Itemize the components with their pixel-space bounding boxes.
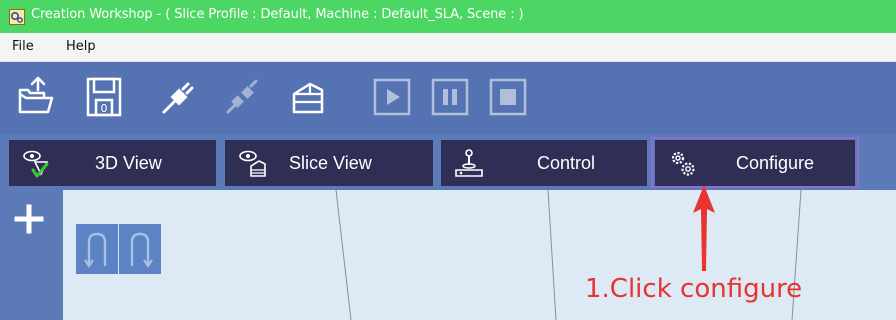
open-folder-icon: [18, 76, 54, 114]
tab-3d-view-label: 3D View: [95, 153, 162, 173]
rotate-right-icon: [130, 232, 153, 268]
tab-control[interactable]: Control: [441, 140, 647, 186]
disconnect-button[interactable]: [222, 76, 262, 118]
rotate-left-icon: [84, 232, 107, 268]
annotation-text: 1.Click configure: [585, 274, 803, 304]
toolbar: 0: [0, 62, 896, 134]
disconnect-plug-icon: [226, 79, 258, 114]
slice-button[interactable]: [288, 76, 328, 118]
eye-3d-icon: [21, 148, 53, 180]
menu-help[interactable]: Help: [66, 39, 96, 54]
window-title: Creation Workshop - ( Slice Profile : De…: [31, 7, 524, 22]
title-bar: Creation Workshop - ( Slice Profile : De…: [0, 0, 896, 33]
app-icon: [9, 9, 25, 25]
connect-plug-icon: [162, 82, 194, 114]
open-file-button[interactable]: [16, 76, 56, 118]
play-button[interactable]: [372, 76, 412, 118]
plus-icon: [14, 204, 44, 234]
stop-button[interactable]: [488, 76, 528, 118]
slice-cake-icon: [292, 82, 324, 114]
menu-bar: File Help: [0, 33, 896, 62]
joystick-icon: [453, 148, 485, 180]
pause-button[interactable]: [430, 76, 470, 118]
rotate-right-button[interactable]: [119, 224, 161, 274]
tab-control-label: Control: [537, 153, 596, 173]
left-tool-bar: [0, 190, 63, 320]
tab-3d-view[interactable]: 3D View: [9, 140, 216, 186]
play-icon: [373, 78, 411, 116]
svg-text:0: 0: [101, 102, 108, 115]
pause-icon: [431, 78, 469, 116]
save-button[interactable]: 0: [84, 76, 124, 118]
rotate-left-button[interactable]: [76, 224, 118, 274]
menu-file[interactable]: File: [12, 39, 34, 54]
annotation-arrow: [689, 183, 719, 273]
save-disk-icon: 0: [86, 77, 122, 117]
add-model-button[interactable]: [14, 204, 44, 234]
eye-layers-icon: [237, 148, 269, 180]
configure-highlight-box: [651, 137, 859, 188]
tab-slice-view-label: Slice View: [289, 153, 372, 173]
connect-button[interactable]: [158, 76, 198, 118]
stop-icon: [489, 78, 527, 116]
tab-slice-view[interactable]: Slice View: [225, 140, 433, 186]
